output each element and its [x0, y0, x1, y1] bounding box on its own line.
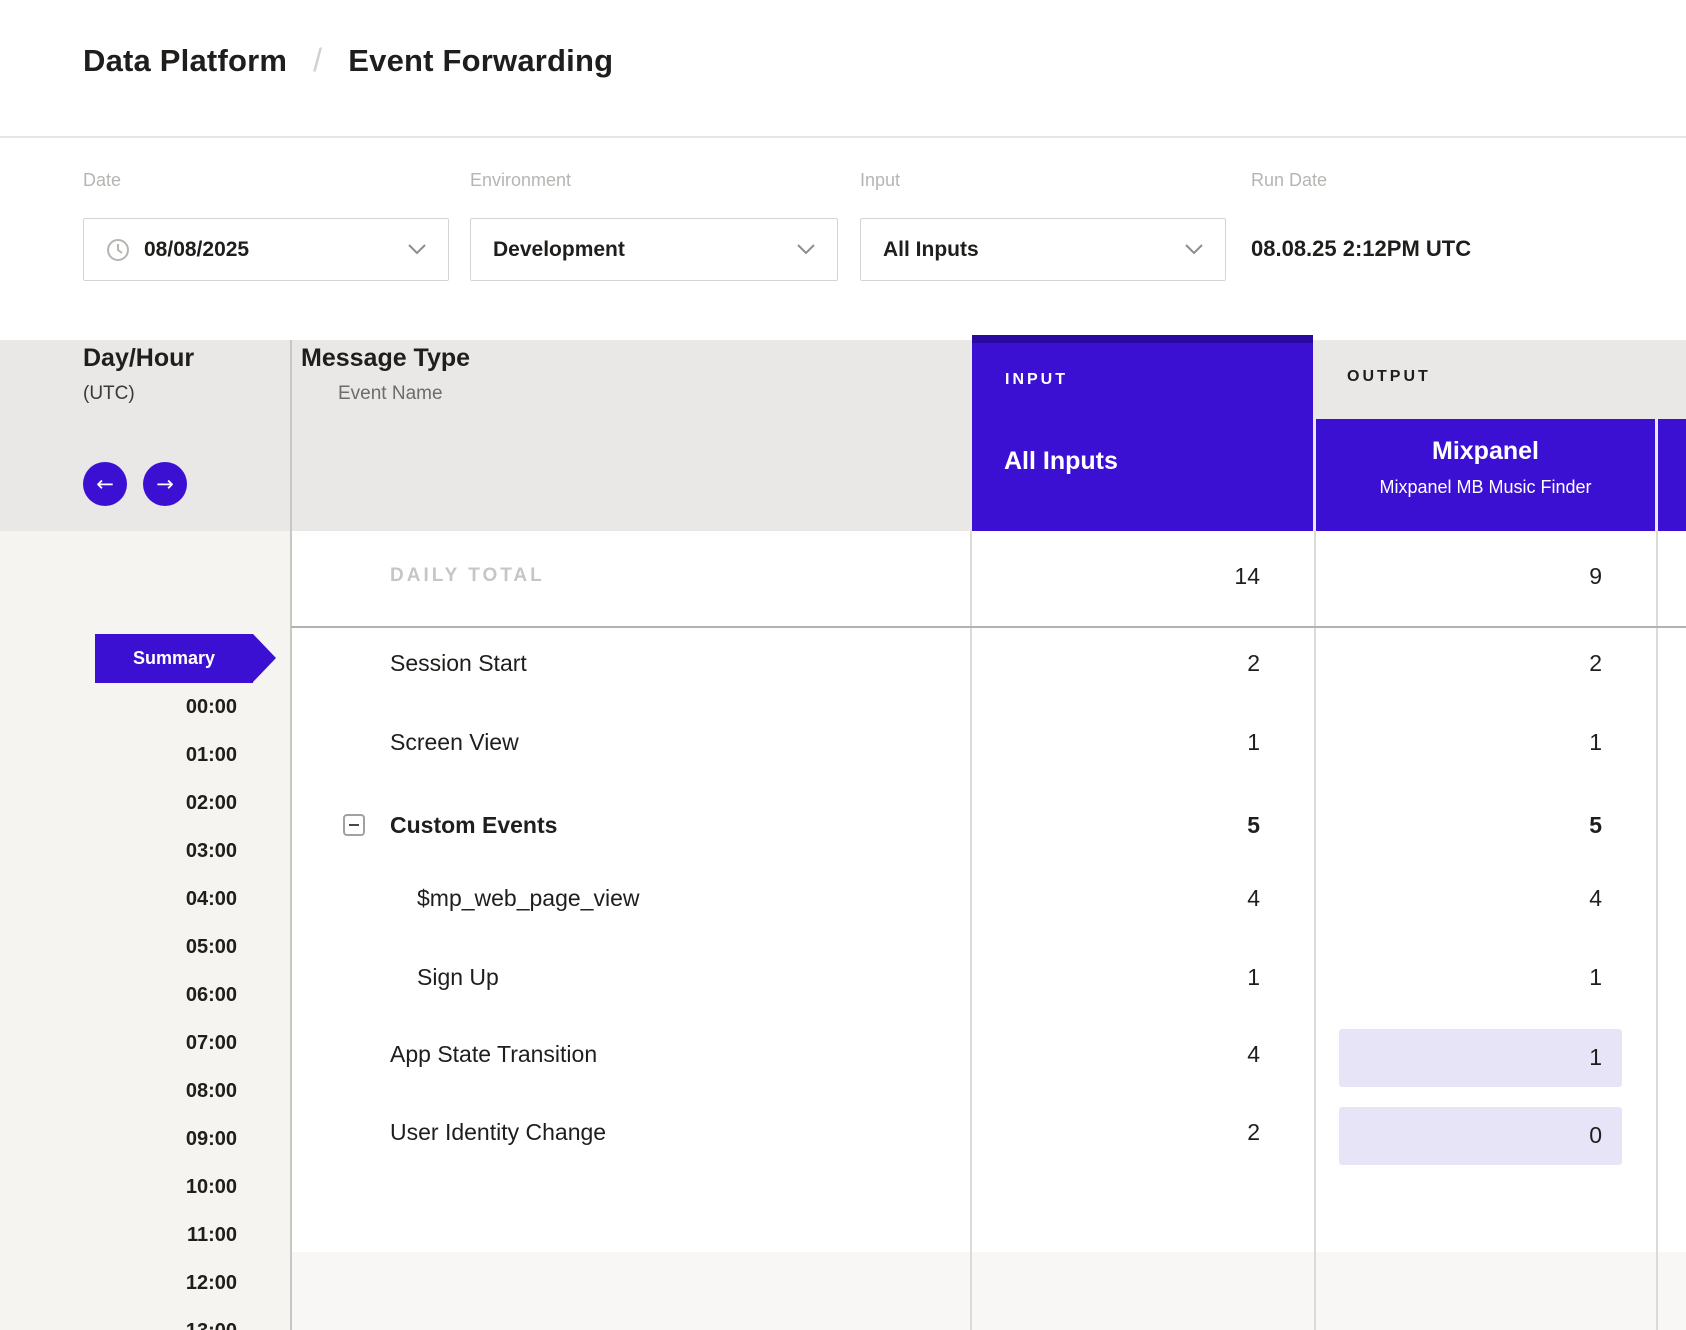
input-section-label: INPUT [1005, 371, 1068, 389]
environment-select[interactable]: Development [470, 218, 838, 281]
input-column-name: All Inputs [1004, 447, 1118, 476]
input-output-divider [1314, 531, 1316, 1330]
date-select[interactable]: 08/08/2025 [83, 218, 449, 281]
chevron-down-icon [408, 244, 426, 255]
output-column-name: Mixpanel [1316, 437, 1655, 466]
output-column-subtitle: Mixpanel MB Music Finder [1316, 477, 1655, 498]
hours-column-divider [290, 340, 292, 1330]
row-label-session-start: Session Start [390, 650, 527, 677]
row-output-value-highlighted: 1 [1472, 1044, 1602, 1071]
hour-slot-09[interactable]: 09:00 [60, 1128, 237, 1151]
hour-slot-06[interactable]: 06:00 [60, 984, 237, 1007]
hour-slot-05[interactable]: 05:00 [60, 936, 237, 959]
row-output-value: 2 [1472, 650, 1602, 677]
input-value: All Inputs [883, 238, 1171, 262]
run-date-label: Run Date [1251, 170, 1327, 191]
collapse-custom-events-icon[interactable] [343, 814, 365, 836]
row-label-custom-events: Custom Events [390, 812, 557, 839]
output-section-label: OUTPUT [1347, 368, 1431, 386]
row-input-value: 1 [1130, 729, 1260, 756]
row-input-value: 2 [1130, 1119, 1260, 1146]
row-input-value: 1 [1130, 964, 1260, 991]
row-output-value-highlighted: 0 [1472, 1122, 1602, 1149]
output-column-header-mixpanel[interactable]: Mixpanel Mixpanel MB Music Finder [1316, 419, 1655, 531]
daily-total-label: DAILY TOTAL [390, 565, 545, 587]
chevron-down-icon [797, 244, 815, 255]
hour-slot-12[interactable]: 12:00 [60, 1272, 237, 1295]
page-title: Event Forwarding [348, 43, 613, 79]
run-date-value: 08.08.25 2:12PM UTC [1251, 236, 1471, 262]
daily-total-input-value: 14 [1130, 563, 1260, 590]
clock-icon [106, 238, 130, 262]
row-input-value: 4 [1130, 885, 1260, 912]
day-hour-header: Day/Hour [83, 344, 194, 373]
hour-slot-11[interactable]: 11:00 [60, 1224, 237, 1247]
hour-slot-01[interactable]: 01:00 [60, 744, 237, 767]
row-input-value: 5 [1130, 812, 1260, 839]
environment-filter-label: Environment [470, 170, 571, 191]
row-output-value: 1 [1472, 964, 1602, 991]
row-input-value: 4 [1130, 1041, 1260, 1068]
input-select[interactable]: All Inputs [860, 218, 1226, 281]
breadcrumb-bar: Data Platform / Event Forwarding [0, 0, 1686, 138]
summary-tab[interactable]: Summary [95, 634, 253, 683]
breadcrumb-data-platform[interactable]: Data Platform [83, 43, 287, 79]
hour-slot-13[interactable]: 13:00 [60, 1320, 237, 1330]
row-input-value: 2 [1130, 650, 1260, 677]
breadcrumb: Data Platform / Event Forwarding [83, 42, 613, 79]
hour-slot-03[interactable]: 03:00 [60, 840, 237, 863]
event-name-subheader: Event Name [338, 383, 443, 405]
summary-tab-label: Summary [133, 648, 215, 669]
row-output-value: 4 [1472, 885, 1602, 912]
input-column-header[interactable]: INPUT All Inputs [972, 335, 1313, 531]
hour-slot-00[interactable]: 00:00 [60, 696, 237, 719]
row-label-app-state-transition: App State Transition [390, 1041, 597, 1068]
date-value: 08/08/2025 [144, 238, 394, 262]
event-forwarding-page: Data Platform / Event Forwarding Date 08… [0, 0, 1686, 1330]
row-label-sign-up: Sign Up [417, 964, 499, 991]
row-output-value: 1 [1472, 729, 1602, 756]
input-column-left-divider [970, 531, 972, 1330]
date-filter-label: Date [83, 170, 121, 191]
hour-slot-10[interactable]: 10:00 [60, 1176, 237, 1199]
output-column-right-divider [1656, 531, 1658, 1330]
message-type-header: Message Type [301, 344, 470, 373]
input-filter-label: Input [860, 170, 900, 191]
input-column-accent-strip [972, 335, 1313, 343]
breadcrumb-separator: / [313, 42, 322, 79]
hour-slot-02[interactable]: 02:00 [60, 792, 237, 815]
row-label-user-identity-change: User Identity Change [390, 1119, 606, 1146]
chevron-down-icon [1185, 244, 1203, 255]
day-hour-timezone: (UTC) [83, 383, 135, 405]
prev-day-button[interactable]: ← [83, 462, 127, 506]
next-day-button[interactable]: → [143, 462, 187, 506]
row-label-screen-view: Screen View [390, 729, 519, 756]
row-label-mp-web-page-view: $mp_web_page_view [417, 885, 640, 912]
hour-slot-07[interactable]: 07:00 [60, 1032, 237, 1055]
hour-slot-04[interactable]: 04:00 [60, 888, 237, 911]
hour-slot-08[interactable]: 08:00 [60, 1080, 237, 1103]
output-column-header-next[interactable] [1658, 419, 1686, 531]
daily-total-separator [291, 626, 1686, 628]
daily-total-output-value: 9 [1472, 563, 1602, 590]
row-output-value: 5 [1472, 812, 1602, 839]
table-footer-background [291, 1252, 1686, 1330]
environment-value: Development [493, 238, 783, 262]
